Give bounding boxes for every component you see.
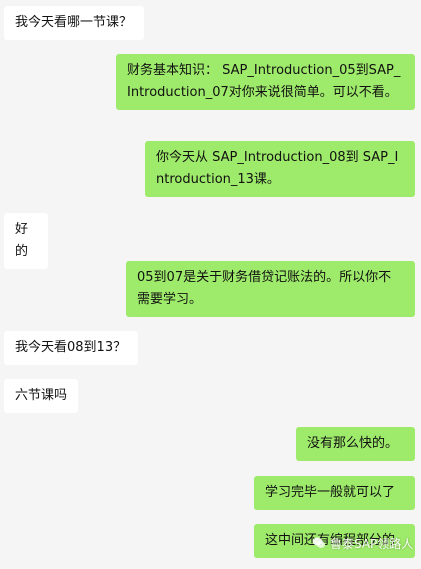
message-bubble-incoming: 我今天看哪一节课？ — [4, 6, 144, 40]
message-bubble-outgoing: 学习完毕一般就可以了 — [254, 476, 415, 510]
message-bubble-outgoing: 你今天从 SAP_Introduction_08到 SAP_Introducti… — [145, 141, 415, 197]
wechat-icon — [312, 536, 326, 550]
message-bubble-outgoing: 没有那么快的。 — [296, 427, 415, 461]
watermark-text: 鲁泰SAP领路人 — [330, 536, 414, 551]
message-bubble-outgoing: 财务基本知识： SAP_Introduction_05到SAP_Introduc… — [116, 54, 415, 110]
watermark: 鲁泰SAP领路人 — [312, 532, 413, 554]
message-bubble-incoming: 我今天看08到13？ — [4, 331, 138, 365]
message-bubble-incoming: 六节课吗 — [4, 379, 78, 413]
message-bubble-outgoing: 05到07是关于财务借贷记账法的。所以你不需要学习。 — [126, 261, 415, 317]
message-bubble-incoming: 好的 — [4, 213, 48, 269]
